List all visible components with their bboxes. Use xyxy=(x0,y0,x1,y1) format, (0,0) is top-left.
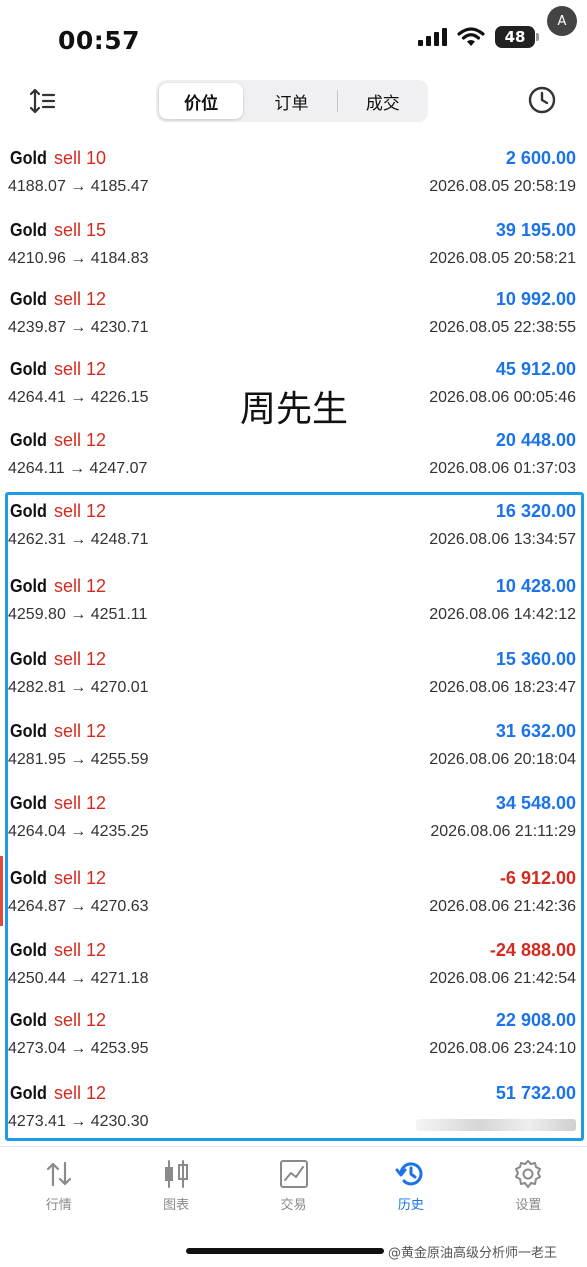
nav-item-charts[interactable]: 图表 xyxy=(117,1158,234,1222)
nav-label: 历史 xyxy=(397,1198,424,1213)
deal-prices: 4264.11 → 4247.07 xyxy=(8,460,148,477)
deal-time: 2026.08.06 01:37:03 xyxy=(429,460,576,477)
chart-line-icon xyxy=(279,1160,308,1188)
tab-orders[interactable]: 订单 xyxy=(249,83,333,119)
nav-label: 行情 xyxy=(45,1198,72,1213)
nav-item-trade[interactable]: 交易 xyxy=(235,1158,352,1222)
deal-symbol: Gold xyxy=(10,430,47,450)
deal-profit: 39 195.00 xyxy=(495,220,576,240)
deal-side: sell 12 xyxy=(54,430,107,450)
cellular-signal-icon xyxy=(418,28,447,46)
deal-time: 2026.08.05 20:58:19 xyxy=(429,178,576,195)
deal-symbol: Gold xyxy=(10,289,47,309)
arrows-updown-icon xyxy=(46,1161,71,1187)
deal-symbol: Gold xyxy=(10,148,47,168)
status-icons: 48 xyxy=(417,26,539,48)
deal-prices: 4239.87 → 4230.71 xyxy=(8,319,149,336)
edge-marker xyxy=(0,856,3,926)
status-bar: 00:57 48 A xyxy=(0,0,587,72)
nav-item-history[interactable]: 历史 xyxy=(352,1158,469,1222)
history-clock-icon xyxy=(395,1162,423,1186)
deal-symbol: Gold xyxy=(10,359,47,379)
nav-label: 设置 xyxy=(515,1198,542,1213)
nav-label: 图表 xyxy=(163,1198,190,1213)
deal-symbol: Gold xyxy=(10,220,47,240)
nav-item-settings[interactable]: 设置 xyxy=(470,1158,587,1222)
clock-icon[interactable] xyxy=(527,85,557,115)
nav-item-quotes[interactable]: 行情 xyxy=(0,1158,117,1222)
deal-profit: 45 912.00 xyxy=(495,359,576,379)
segment-divider xyxy=(336,90,338,112)
deal-profit: 20 448.00 xyxy=(495,430,576,450)
deal-time: 2026.08.05 22:38:55 xyxy=(429,319,576,336)
bottom-nav: 行情 图表 交易 历史 设置 xyxy=(0,1158,587,1222)
translate-icon: A xyxy=(557,13,567,29)
home-indicator xyxy=(186,1248,384,1254)
deal-prices: 4210.96 → 4184.83 xyxy=(8,250,149,267)
nav-divider xyxy=(0,1146,587,1147)
deal-prices: 4188.07 → 4185.47 xyxy=(8,178,149,195)
deal-row[interactable]: Gold sell 15 4210.96 → 4184.83 39 195.00 20… xyxy=(0,212,587,278)
tab-deals[interactable]: 成交 xyxy=(341,83,425,119)
deal-side: sell 12 xyxy=(54,359,107,379)
deal-title: Gold sell 12 xyxy=(8,289,106,310)
wifi-icon xyxy=(457,27,485,46)
translate-button[interactable]: A xyxy=(547,6,577,36)
deal-title: Gold sell 12 xyxy=(8,430,106,451)
deal-row[interactable]: Gold sell 12 4239.87 → 4230.71 10 992.00 20… xyxy=(0,281,587,347)
deal-title: Gold sell 15 xyxy=(8,220,106,241)
status-time: 00:57 xyxy=(58,26,141,55)
deal-side: sell 15 xyxy=(54,220,107,240)
deal-side: sell 10 xyxy=(54,148,107,168)
weibo-watermark: @黄金原油高级分析师一老王 xyxy=(388,1246,558,1261)
header: 价位 订单 成交 xyxy=(0,76,587,126)
sort-icon[interactable] xyxy=(28,86,58,116)
segmented-control: 价位 订单 成交 xyxy=(156,80,428,122)
deal-profit: 2 600.00 xyxy=(505,148,576,168)
overlay-name: 周先生 xyxy=(240,389,349,430)
deal-title: Gold sell 12 xyxy=(8,359,106,380)
deal-time: 2026.08.06 00:05:46 xyxy=(429,389,576,406)
deal-title: Gold sell 10 xyxy=(8,148,106,169)
deal-time: 2026.08.05 20:58:21 xyxy=(429,250,576,267)
deal-side: sell 12 xyxy=(54,289,107,309)
battery-indicator: 48 xyxy=(495,26,539,48)
gear-icon xyxy=(515,1160,542,1188)
deal-profit: 10 992.00 xyxy=(495,289,576,309)
deal-prices: 4264.41 → 4226.15 xyxy=(8,389,149,406)
tab-positions[interactable]: 价位 xyxy=(159,83,244,119)
candlestick-icon xyxy=(165,1160,189,1188)
deal-row[interactable]: Gold sell 10 4188.07 → 4185.47 2 600.00 202… xyxy=(0,140,587,206)
nav-label: 交易 xyxy=(280,1198,307,1213)
highlight-box xyxy=(5,492,584,1141)
